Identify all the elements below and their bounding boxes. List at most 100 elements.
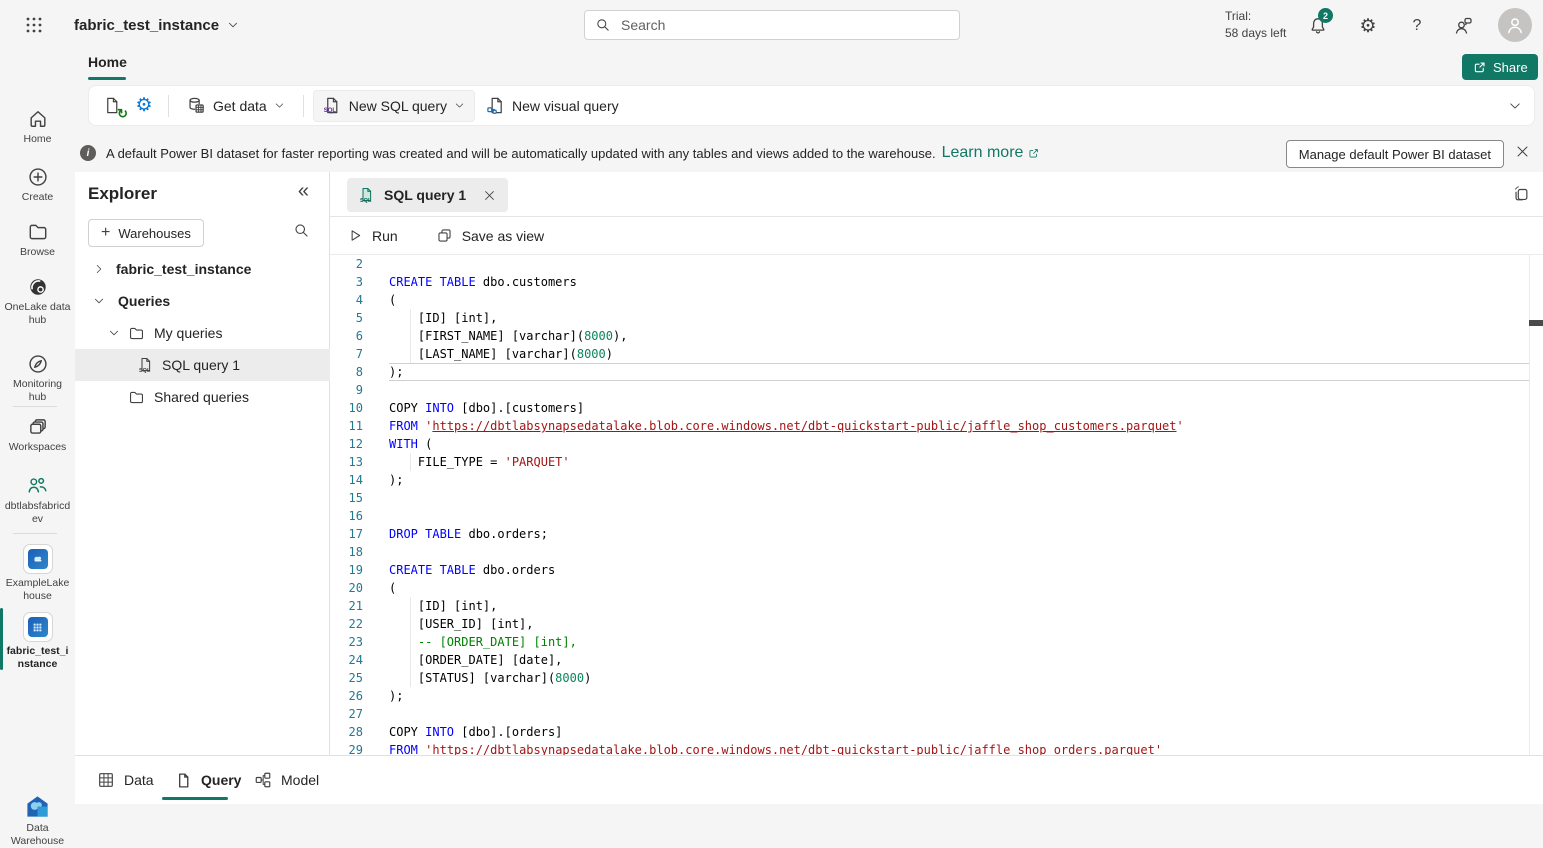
workspace-title-dropdown[interactable]: fabric_test_instance <box>74 0 239 50</box>
editor-scrollbar-track[interactable] <box>1529 255 1530 755</box>
code-line[interactable]: 24 [ORDER_DATE] [date], <box>330 651 1543 669</box>
sql-code-editor[interactable]: 23CREATE TABLE dbo.customers4(5 [ID] [in… <box>330 255 1543 755</box>
tree-item-my-queries[interactable]: My queries <box>75 317 330 349</box>
code-line[interactable]: 21 [ID] [int], <box>330 597 1543 615</box>
feedback-icon <box>1453 16 1473 36</box>
view-tab-data[interactable]: Data <box>97 756 154 804</box>
visual-query-icon <box>486 96 505 115</box>
save-as-view-button[interactable]: Save as view <box>428 222 552 250</box>
code-line[interactable]: 7 [LAST_NAME] [varchar](8000) <box>330 345 1543 363</box>
code-line[interactable]: 13 FILE_TYPE = 'PARQUET' <box>330 453 1543 471</box>
ribbon-tab-home[interactable]: Home <box>88 54 127 70</box>
view-tab-model[interactable]: Model <box>254 756 319 804</box>
notifications-button[interactable]: 2 <box>1306 14 1330 38</box>
trial-label: Trial: <box>1225 8 1286 25</box>
settings-button[interactable]: ⚙ <box>1356 14 1380 38</box>
explorer-collapse-button[interactable]: « <box>298 181 309 201</box>
new-sql-query-label: New SQL query <box>349 98 447 114</box>
code-line[interactable]: 22 [USER_ID] [int], <box>330 615 1543 633</box>
code-line[interactable]: 6 [FIRST_NAME] [varchar](8000), <box>330 327 1543 345</box>
person-icon <box>1505 15 1525 35</box>
query-toolbar: Run Save as view <box>330 217 1543 255</box>
new-visual-query-label: New visual query <box>512 98 619 114</box>
code-line[interactable]: 12WITH ( <box>330 435 1543 453</box>
tree-item-queries[interactable]: Queries <box>75 285 330 317</box>
manage-default-dataset-button[interactable]: Manage default Power BI dataset <box>1286 140 1504 168</box>
code-line[interactable]: 4( <box>330 291 1543 309</box>
code-line[interactable]: 18 <box>330 543 1543 561</box>
code-line[interactable]: 11FROM 'https://dbtlabsynapsedatalake.bl… <box>330 417 1543 435</box>
waffle-icon <box>24 15 44 35</box>
code-line[interactable]: 3CREATE TABLE dbo.customers <box>330 273 1543 291</box>
code-line[interactable]: 10COPY INTO [dbo].[customers] <box>330 399 1543 417</box>
code-line[interactable]: 23 -- [ORDER_DATE] [int], <box>330 633 1543 651</box>
plus-icon: + <box>101 225 110 241</box>
tree-item-sql-query-1[interactable]: SQL SQL query 1 <box>75 349 330 381</box>
code-line[interactable]: 5 [ID] [int], <box>330 309 1543 327</box>
nav-monitoring-hub[interactable]: Monitoring hub <box>0 353 75 404</box>
item-type-data-warehouse[interactable]: Data Warehouse <box>0 794 75 848</box>
nav-item-fabric-test-instance[interactable]: fabric_test_instance <box>0 612 75 671</box>
toolbar-divider <box>303 95 304 117</box>
code-line[interactable]: 14); <box>330 471 1543 489</box>
code-line[interactable]: 9 <box>330 381 1543 399</box>
new-sql-query-button[interactable]: SQL New SQL query <box>313 90 475 122</box>
model-icon <box>254 771 272 789</box>
nav-item-examplelakehouse[interactable]: ExampleLakehouse <box>0 544 75 603</box>
tree-item-shared-queries[interactable]: Shared queries <box>75 381 330 413</box>
tab-sql-query-1[interactable]: SQL SQL query 1 <box>347 178 508 212</box>
code-line[interactable]: 2 <box>330 255 1543 273</box>
code-line[interactable]: 17DROP TABLE dbo.orders; <box>330 525 1543 543</box>
folder-icon <box>128 325 145 342</box>
feedback-button[interactable] <box>1451 14 1475 38</box>
chevron-down-icon <box>274 100 285 111</box>
learn-more-link[interactable]: Learn more <box>942 144 1041 162</box>
run-label: Run <box>372 228 398 244</box>
copy-button[interactable] <box>1512 185 1530 203</box>
code-line[interactable]: 8); <box>330 363 1543 381</box>
account-avatar[interactable] <box>1498 8 1532 42</box>
code-line[interactable]: 19CREATE TABLE dbo.orders <box>330 561 1543 579</box>
code-line[interactable]: 28COPY INTO [dbo].[orders] <box>330 723 1543 741</box>
nav-home[interactable]: Home <box>0 108 75 146</box>
nav-workspaces[interactable]: Workspaces <box>0 416 75 454</box>
close-icon <box>1515 144 1530 159</box>
close-icon <box>483 189 496 202</box>
code-line[interactable]: 25 [STATUS] [varchar](8000) <box>330 669 1543 687</box>
get-data-label: Get data <box>213 98 267 114</box>
nav-create[interactable]: Create <box>0 166 75 204</box>
gear-icon: ⚙ <box>1359 15 1376 38</box>
ribbon-expand-button[interactable] <box>1508 99 1522 113</box>
get-data-button[interactable]: Get data <box>178 91 294 121</box>
code-line[interactable]: 20( <box>330 579 1543 597</box>
code-line[interactable]: 15 <box>330 489 1543 507</box>
warehouse-icon <box>23 612 53 642</box>
rail-divider <box>13 533 57 534</box>
share-button[interactable]: Share <box>1462 54 1538 80</box>
code-line[interactable]: 29FROM 'https://dbtlabsynapsedatalake.bl… <box>330 741 1543 755</box>
explorer-title: Explorer <box>88 184 157 204</box>
info-icon: i <box>80 145 96 161</box>
default-dataset-banner: i A default Power BI dataset for faster … <box>75 133 1543 173</box>
editor-scrollbar-mark[interactable] <box>1529 320 1543 326</box>
refresh-script-button[interactable]: ↻ <box>97 92 127 120</box>
query-settings-button[interactable]: ⚙ <box>129 92 159 120</box>
banner-close-button[interactable] <box>1515 144 1530 159</box>
data-warehouse-icon <box>25 794 50 819</box>
code-line[interactable]: 16 <box>330 507 1543 525</box>
tree-item-warehouse-root[interactable]: fabric_test_instance <box>75 253 330 285</box>
nav-workspace-dbtlabsfabricdev[interactable]: dbtlabsfabricdev <box>0 474 75 526</box>
nav-browse[interactable]: Browse <box>0 221 75 259</box>
tab-close-button[interactable] <box>483 189 496 202</box>
new-warehouses-button[interactable]: + Warehouses <box>88 219 204 247</box>
code-line[interactable]: 26); <box>330 687 1543 705</box>
search-input[interactable] <box>619 16 949 34</box>
run-button[interactable]: Run <box>340 222 406 250</box>
code-line[interactable]: 27 <box>330 705 1543 723</box>
app-launcher-waffle-icon[interactable] <box>24 15 44 35</box>
global-search[interactable] <box>584 10 960 40</box>
explorer-search-button[interactable] <box>293 222 310 239</box>
new-visual-query-button[interactable]: New visual query <box>477 91 628 121</box>
help-button[interactable]: ? <box>1405 14 1429 38</box>
nav-onelake-data-hub[interactable]: OneLake data hub <box>0 276 75 327</box>
